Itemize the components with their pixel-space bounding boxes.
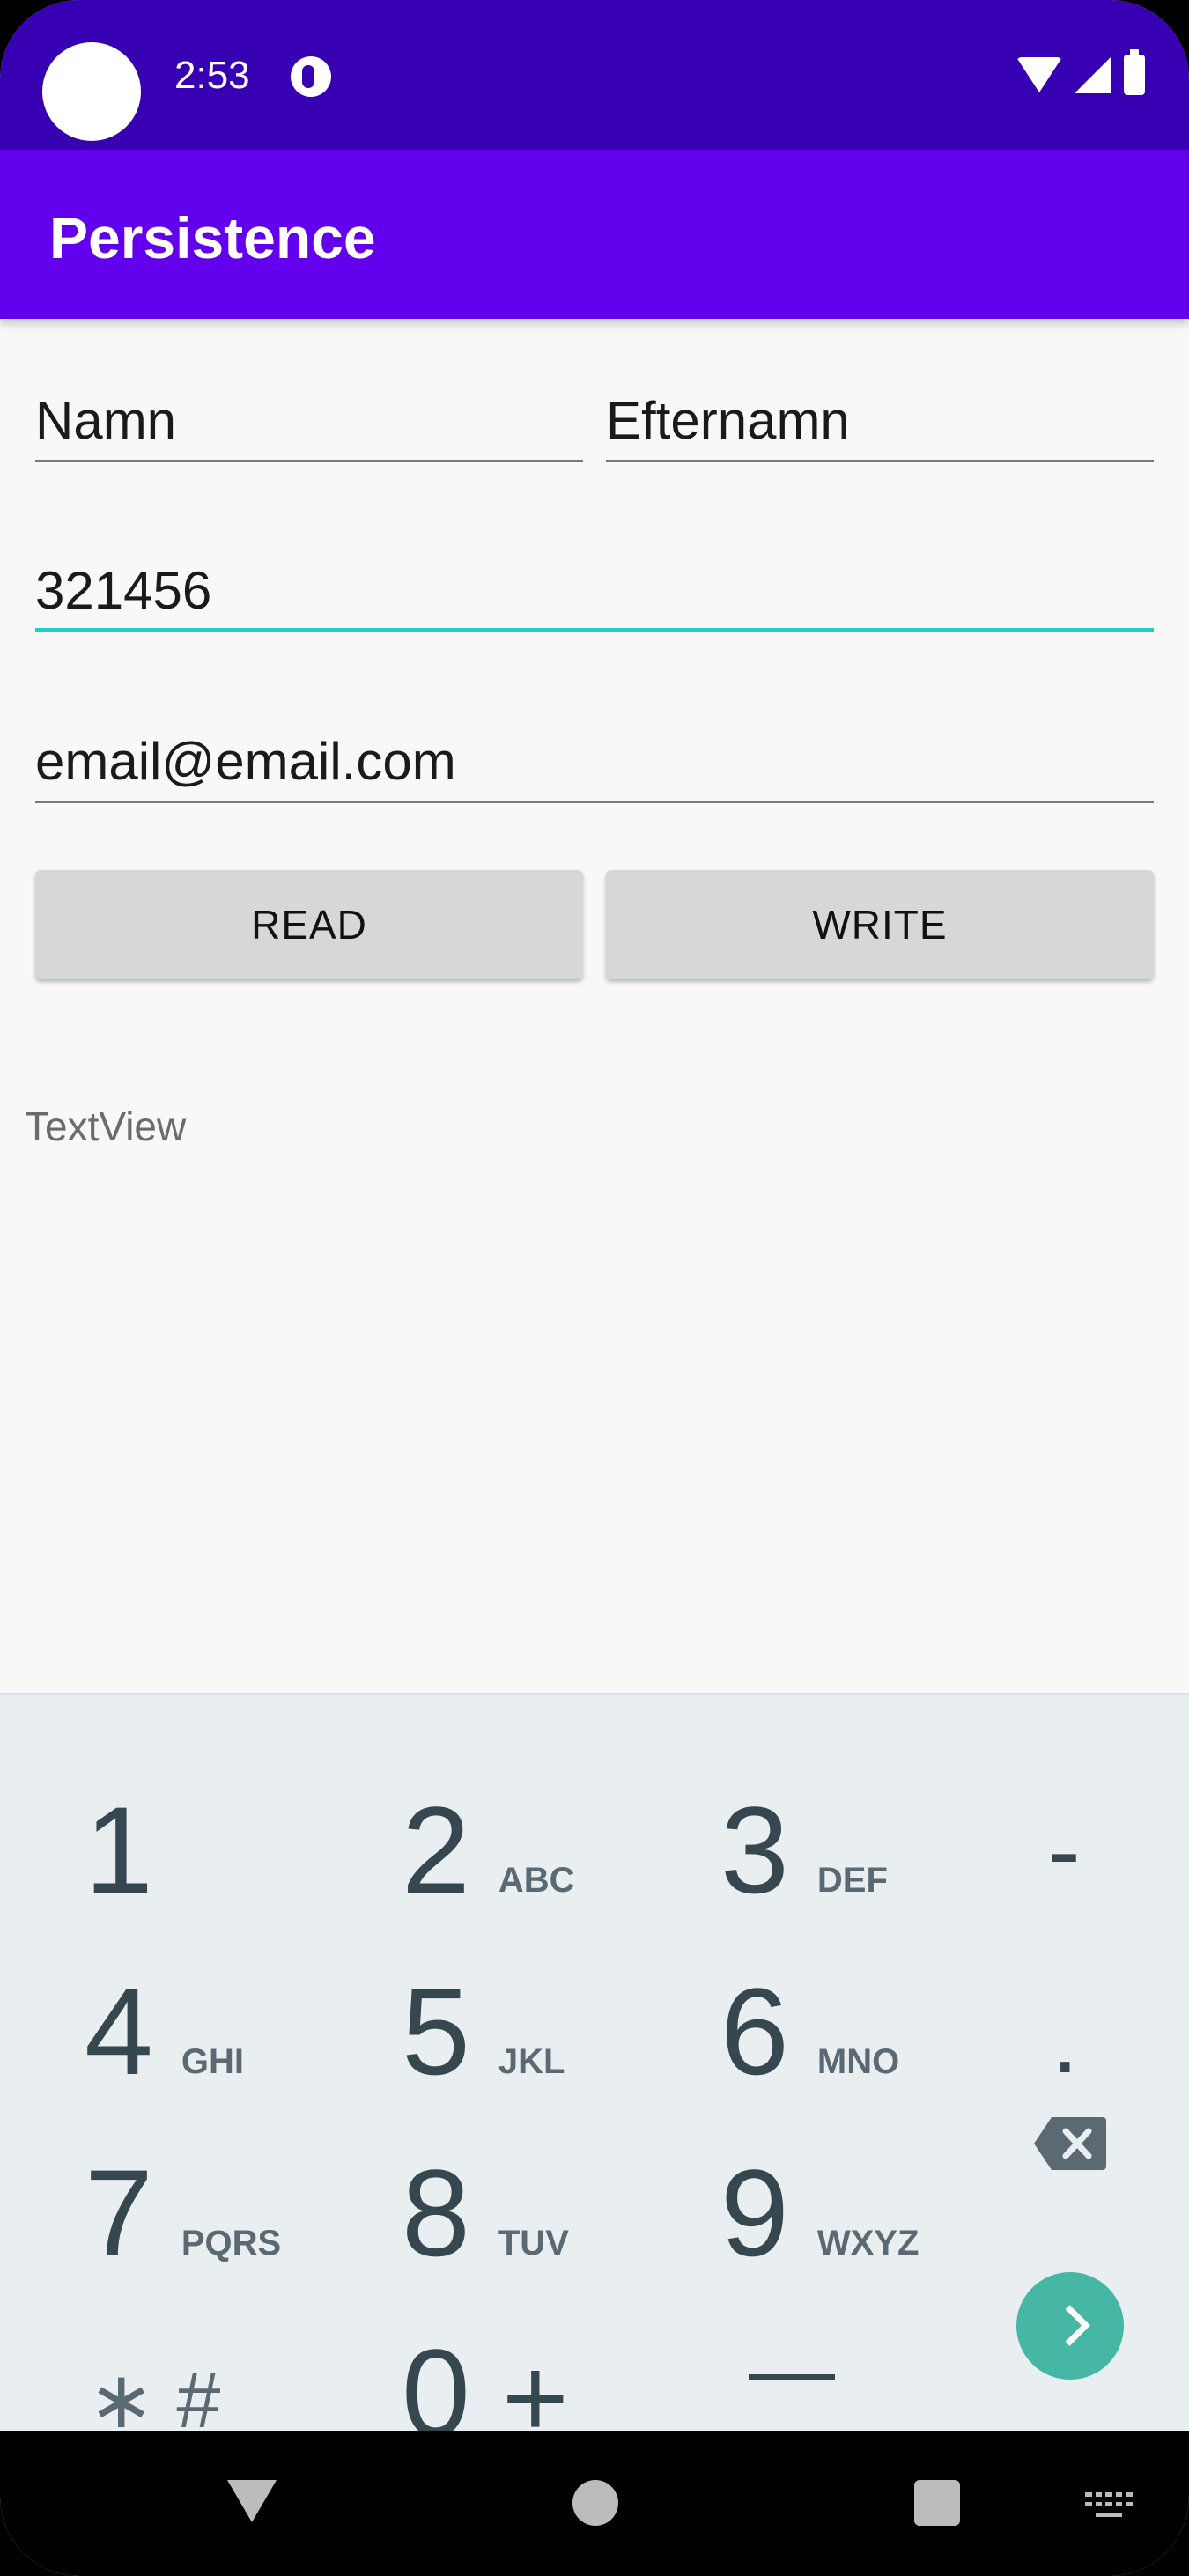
battery-icon — [1124, 49, 1145, 95]
app-title: Persistence — [49, 205, 376, 270]
key-6[interactable]: 6 MNO — [720, 1912, 1016, 2093]
keyboard-switch-icon[interactable] — [1085, 2492, 1133, 2519]
minus-symbol: - — [1048, 1797, 1081, 1905]
navigation-bar — [0, 2431, 1189, 2576]
status-time: 2:53 — [174, 54, 250, 97]
key-9[interactable]: 9 WXYZ — [720, 2093, 1016, 2275]
key-letters: WXYZ — [816, 2224, 919, 2262]
key-letters: TUV — [498, 2224, 569, 2262]
key-letters: GHI — [181, 2042, 244, 2081]
key-8[interactable]: 8 TUV — [402, 2093, 698, 2275]
key-star-hash[interactable]: ∗ # — [88, 2268, 384, 2449]
key-digit: 3 — [720, 1781, 789, 1919]
notification-icon — [291, 56, 331, 97]
output-textview: TextView — [25, 1103, 187, 1149]
key-digit: 6 — [720, 1962, 789, 2100]
period-symbol: . — [1052, 1985, 1079, 2093]
status-icons — [1016, 49, 1145, 97]
key-7[interactable]: 7 PQRS — [85, 2093, 380, 2275]
signal-icon — [1075, 56, 1111, 93]
camera-cutout — [42, 42, 141, 141]
phone-screen: 2:53 Persistence Namn Efternamn 321456 e… — [0, 0, 1189, 2576]
key-digit: 9 — [720, 2144, 789, 2282]
wifi-icon — [1016, 57, 1062, 92]
home-icon[interactable] — [572, 2480, 618, 2526]
back-icon[interactable] — [227, 2480, 277, 2522]
status-bar: 2:53 — [0, 0, 1189, 150]
first-name-input[interactable]: Namn — [35, 365, 583, 462]
last-name-input[interactable]: Efternamn — [606, 365, 1154, 462]
email-input[interactable]: email@email.com — [35, 706, 1154, 803]
key-1[interactable]: 1 — [85, 1731, 380, 1912]
key-digit: 4 — [85, 1962, 153, 2100]
space-key[interactable] — [749, 2374, 835, 2380]
recents-icon[interactable] — [914, 2480, 960, 2526]
write-button[interactable]: WRITE — [606, 870, 1154, 979]
backspace-icon[interactable] — [1032, 2115, 1108, 2172]
key-letters: JKL — [498, 2042, 565, 2081]
key-period[interactable]: . — [1052, 1907, 1184, 2088]
key-digit: 2 — [402, 1781, 470, 1919]
key-letters: ABC — [498, 1861, 575, 1900]
key-letters: DEF — [816, 1861, 888, 1900]
key-3[interactable]: 3 DEF — [720, 1731, 1016, 1912]
key-minus[interactable]: - — [1048, 1718, 1180, 1900]
key-letters: MNO — [816, 2042, 900, 2081]
numeric-keyboard: 1 2 ABC 3 DEF - 4 GHI 5 JKL 6 MNO . 7 PQ… — [0, 1693, 1189, 2454]
key-0[interactable]: 0 + — [402, 2273, 698, 2455]
key-letters: PQRS — [181, 2224, 282, 2262]
read-button[interactable]: READ — [35, 870, 583, 979]
key-4[interactable]: 4 GHI — [85, 1912, 380, 2093]
key-digit: 8 — [402, 2144, 470, 2282]
key-5[interactable]: 5 JKL — [402, 1912, 698, 2093]
app-bar: Persistence — [0, 150, 1189, 319]
key-digit: 5 — [402, 1962, 470, 2100]
key-digit: 1 — [85, 1781, 153, 1919]
key-2[interactable]: 2 ABC — [402, 1731, 698, 1912]
enter-key[interactable] — [1016, 2272, 1124, 2380]
phone-input[interactable]: 321456 — [35, 535, 1154, 632]
key-digit: 7 — [85, 2144, 153, 2282]
